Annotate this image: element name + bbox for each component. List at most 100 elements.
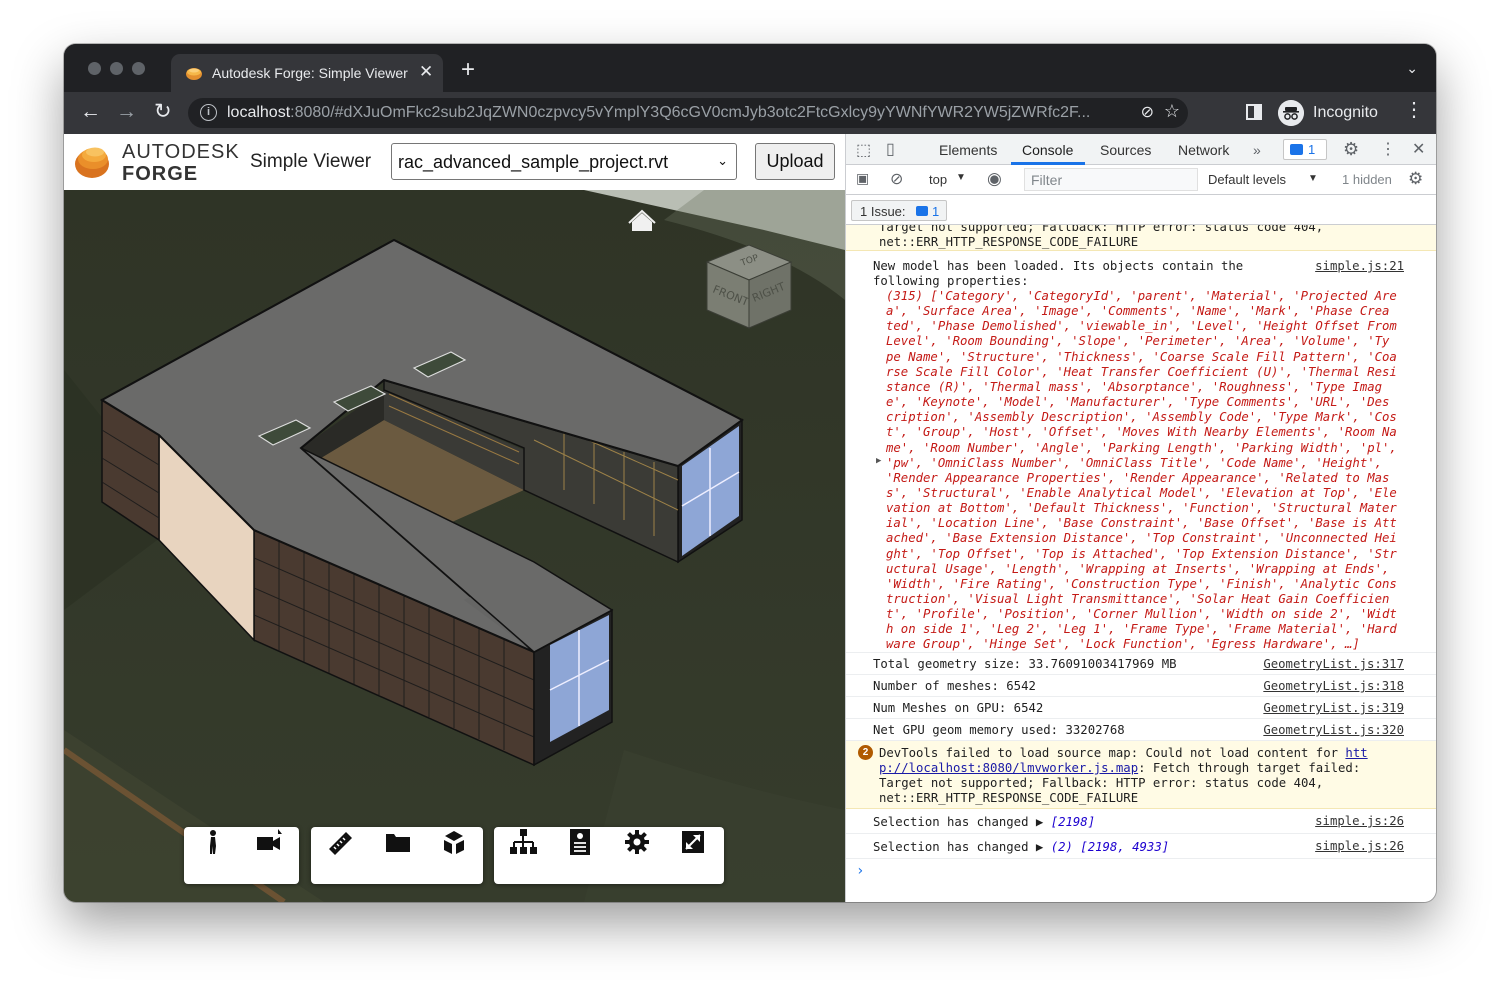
source-link[interactable]: simple.js:26 — [1315, 814, 1404, 828]
console-filter-input[interactable]: Filter — [1024, 168, 1198, 191]
zoom-window-button[interactable] — [132, 62, 145, 75]
device-toolbar-icon[interactable]: ▯ — [886, 139, 895, 159]
issues-link[interactable]: 1 Issue: 1 — [851, 200, 947, 221]
properties-line: s', 'Structural', 'Enable Analytical Mod… — [886, 485, 1397, 500]
page-content: AUTODESK FORGE Simple Viewer rac_advance… — [64, 134, 1436, 902]
gear-icon[interactable]: ⚙ — [1343, 139, 1359, 160]
measure-icon[interactable] — [326, 827, 356, 857]
tab-console[interactable]: Console — [1022, 142, 1073, 158]
source-link[interactable]: GeometryList.js:318 — [1263, 679, 1404, 693]
tab-close-icon[interactable]: ✕ — [419, 62, 433, 82]
site-info-icon[interactable]: i — [200, 104, 217, 121]
properties-line: 'pw', 'OmniClass Number', 'OmniClass Tit… — [886, 455, 1383, 470]
properties-line: cription', 'Assembly Description', 'Asse… — [886, 410, 1397, 425]
new-tab-button[interactable]: + — [461, 58, 475, 82]
console-log-properties: New model has been loaded. Its objects c… — [846, 251, 1436, 653]
upload-button[interactable]: Upload — [755, 143, 835, 180]
viewer-toolbar-settings — [494, 827, 724, 884]
close-window-button[interactable] — [88, 62, 101, 75]
properties-line: vation at Bottom', 'Default Thickness', … — [886, 501, 1397, 516]
forge-app: AUTODESK FORGE Simple Viewer rac_advance… — [64, 134, 845, 902]
console-prompt[interactable]: › — [856, 863, 864, 879]
issues-badge[interactable]: 1 — [1283, 139, 1327, 160]
tab-sources[interactable]: Sources — [1100, 142, 1151, 158]
console-selection-1: Selection has changed ▶ [2198] simple.js… — [846, 809, 1436, 834]
brand-autodesk: AUTODESK — [122, 141, 240, 163]
issue-flag-icon — [916, 206, 928, 216]
properties-line: 'Render Appearance Properties', 'Render … — [886, 470, 1390, 485]
address-bar[interactable]: i localhost:8080/#dXJuOmFkc2sub2JqZWN0cz… — [188, 98, 1188, 128]
issues-bar: 1 Issue: 1 — [846, 195, 1436, 225]
close-icon[interactable]: ✕ — [1412, 139, 1425, 159]
devtools-tabbar: ⬚ ▯ Elements Console Sources Network » 1… — [846, 134, 1436, 165]
bookmark-star-icon[interactable]: ☆ — [1164, 101, 1180, 122]
minimize-window-button[interactable] — [110, 62, 123, 75]
tab-elements[interactable]: Elements — [939, 142, 997, 158]
fullscreen-icon[interactable] — [678, 827, 708, 857]
tab-search-icon[interactable]: ⌄ — [1406, 60, 1418, 77]
tracking-blocked-icon[interactable]: ⊘ — [1141, 102, 1154, 122]
arrow-left-icon[interactable]: ← — [80, 101, 101, 122]
source-link[interactable]: GeometryList.js:320 — [1263, 723, 1404, 737]
model-select-value: rac_advanced_sample_project.rvt — [398, 152, 669, 172]
properties-line: t', 'Profile', 'Position', 'Corner Mulli… — [886, 607, 1397, 622]
viewer-canvas[interactable]: TOP FRONT RIGHT — [64, 190, 845, 902]
log-text: Num Meshes on GPU: 6542 — [873, 701, 1044, 715]
clear-console-icon[interactable]: ⊘ — [890, 169, 903, 189]
context-selector[interactable]: top — [929, 172, 947, 187]
properties-line: h on side 1', 'Leg 2', 'Leg 1', 'Frame T… — [886, 622, 1397, 637]
properties-line: ted', 'Phase Demolished', 'viewable_in',… — [886, 319, 1397, 334]
devtools-menu-icon[interactable]: ⋮ — [1380, 139, 1396, 159]
3d-viewer[interactable]: TOP FRONT RIGHT — [64, 190, 845, 902]
console-sourcemap-warning: 2 DevTools failed to load source map: Co… — [846, 741, 1436, 809]
properties-line: me', 'Room Number', 'Angle', 'Parking Le… — [886, 440, 1397, 455]
browser-menu-icon[interactable]: ⋮ — [1404, 100, 1424, 120]
model-select[interactable]: rac_advanced_sample_project.rvt ⌄ — [391, 143, 737, 180]
more-tabs-icon[interactable]: » — [1253, 142, 1261, 158]
tab-network[interactable]: Network — [1178, 142, 1229, 158]
properties-line: a', 'Surface Area', 'Image', 'Comments',… — [886, 304, 1390, 319]
title-bar: Autodesk Forge: Simple Viewer ✕ + ⌄ — [64, 44, 1436, 92]
app-header: AUTODESK FORGE Simple Viewer rac_advance… — [64, 134, 845, 190]
brand-forge: FORGE — [122, 163, 199, 185]
forge-favicon-icon — [186, 68, 202, 80]
inspect-element-icon[interactable]: ⬚ — [856, 140, 871, 160]
walk-icon[interactable] — [198, 827, 228, 857]
properties-line: Level', 'Room Bounding', 'Slope', 'Perim… — [886, 334, 1390, 349]
properties-line: t', 'Group', 'Host', 'Offset', 'Moves Wi… — [886, 425, 1397, 440]
properties-line: uctural Usage', 'Length', 'Wrapping at I… — [886, 561, 1390, 576]
reload-icon[interactable]: ↻ — [154, 101, 172, 122]
expand-triangle-icon[interactable]: ▶ — [876, 456, 881, 466]
source-link[interactable]: GeometryList.js:319 — [1263, 701, 1404, 715]
console-settings-gear-icon[interactable]: ⚙ — [1408, 169, 1423, 189]
explode-icon[interactable] — [439, 827, 469, 857]
settings-icon[interactable] — [622, 827, 652, 857]
console-log-row: Net GPU geom memory used: 33202768 Geomet… — [846, 719, 1436, 741]
browser-window: Autodesk Forge: Simple Viewer ✕ + ⌄ ← → … — [64, 44, 1436, 902]
forge-logo-icon — [75, 147, 109, 178]
incognito-label[interactable]: Incognito — [1313, 104, 1378, 122]
log-levels-dropdown[interactable]: Default levels — [1208, 172, 1286, 187]
app-title: Simple Viewer — [250, 151, 372, 172]
viewcube[interactable]: TOP FRONT RIGHT — [705, 244, 793, 329]
viewer-toolbar-navigation — [184, 827, 299, 884]
source-link[interactable]: GeometryList.js:317 — [1263, 657, 1404, 671]
source-link[interactable]: simple.js:21 — [1315, 259, 1404, 273]
log-text: Number of meshes: 6542 — [873, 679, 1036, 693]
sidebar-toggle-icon[interactable]: ▣ — [856, 170, 869, 187]
properties-line: rse Scale Fill Color', 'Heat Transfer Co… — [886, 364, 1397, 379]
model-browser-icon[interactable] — [508, 827, 538, 857]
live-expression-eye-icon[interactable]: ◉ — [987, 169, 1002, 189]
arrow-right-icon[interactable]: → — [116, 101, 137, 122]
incognito-icon — [1278, 100, 1304, 126]
issue-flag-icon — [1290, 144, 1303, 155]
hidden-count: 1 hidden — [1342, 172, 1392, 187]
properties-line: truction', 'Visual Light Transmittance',… — [886, 592, 1390, 606]
properties-icon[interactable] — [565, 827, 595, 857]
browser-tab[interactable]: Autodesk Forge: Simple Viewer ✕ — [171, 54, 443, 92]
source-link[interactable]: simple.js:26 — [1315, 839, 1404, 853]
log-text: Total geometry size: 33.76091003417969 M… — [873, 657, 1177, 671]
camera-icon[interactable] — [254, 827, 284, 857]
side-panel-icon[interactable] — [1246, 104, 1262, 120]
folder-icon[interactable] — [383, 827, 413, 857]
